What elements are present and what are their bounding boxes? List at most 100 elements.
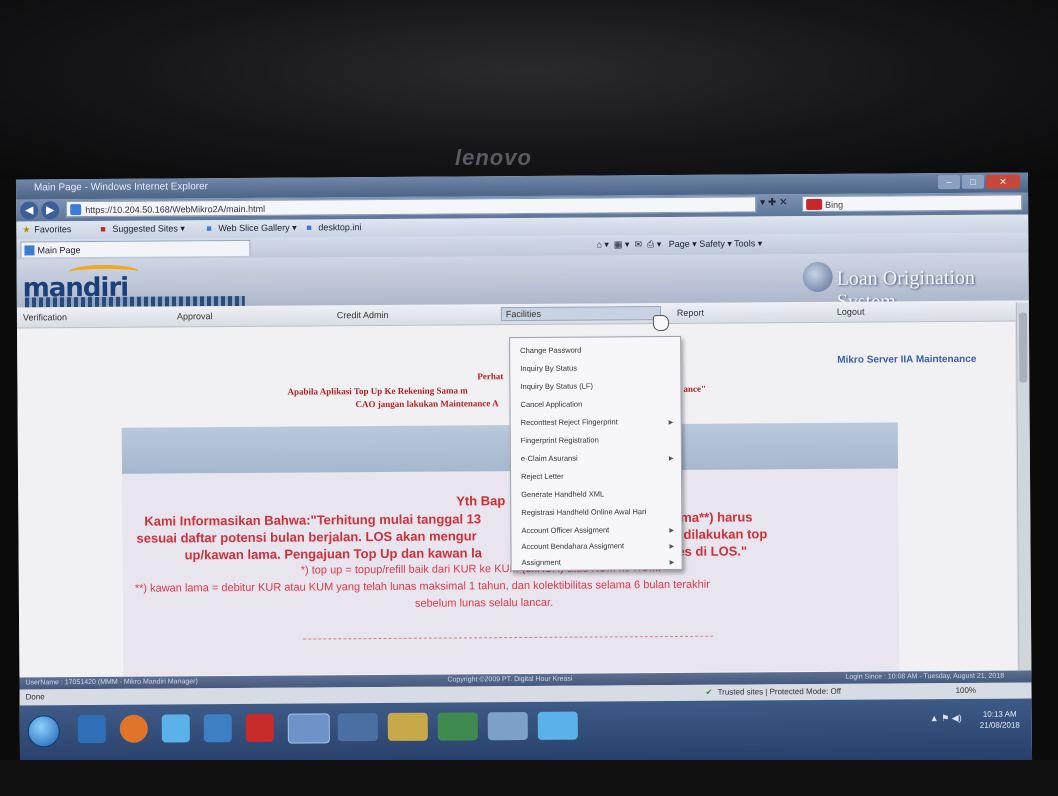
- login-since: Login Since : 10:08 AM - Tuesday, August…: [845, 672, 1005, 681]
- announcement-line-2a: sesuai daftar potensi bulan berjalan. LO…: [136, 528, 477, 546]
- close-button[interactable]: ✕: [985, 174, 1021, 189]
- favorites-button[interactable]: Favorites: [34, 224, 71, 234]
- menu-credit-admin[interactable]: Credit Admin: [337, 310, 389, 320]
- perhatian-heading: Perhat: [477, 371, 504, 382]
- mail-icon[interactable]: ✉: [634, 239, 642, 249]
- suggested-sites-link[interactable]: Suggested Sites ▾: [112, 223, 185, 235]
- bing-icon: [806, 198, 823, 211]
- firefox-icon[interactable]: [119, 714, 148, 743]
- search-placeholder: Bing: [825, 199, 844, 210]
- notice-line-1: Apabila Aplikasi Top Up Ke Rekening Sama…: [287, 384, 706, 397]
- monitor-brand-logo: lenovo: [455, 145, 532, 170]
- maximize-button[interactable]: □: [961, 174, 985, 189]
- dropdown-item-registrasi-handheld[interactable]: Registrasi Handheld Online Awal Hari: [521, 507, 646, 517]
- copyright: Copyright ©2009 PT. Digital Hour Kreasi: [447, 675, 573, 684]
- flag-icon[interactable]: ⚑: [941, 713, 949, 723]
- window-title: Main Page - Windows Internet Explorer: [33, 181, 209, 194]
- network-app-icon[interactable]: [203, 714, 232, 743]
- lightbulb-icon[interactable]: [161, 714, 190, 743]
- file-icon: ■: [306, 222, 312, 233]
- excel-icon[interactable]: [437, 712, 478, 741]
- media-player-icon[interactable]: [77, 714, 106, 744]
- security-zone[interactable]: Trusted sites | Protected Mode: Off: [718, 687, 842, 697]
- lightbulb-icon[interactable]: [537, 711, 578, 740]
- dropdown-item-account-officer-assigment[interactable]: Account Officer Assigment: [521, 525, 609, 535]
- dropdown-item-inquiry-by-status-lf[interactable]: Inquiry By Status (LF): [520, 382, 593, 392]
- notice-line-1-text: Apabila Aplikasi Top Up Ke Rekening Sama…: [287, 385, 468, 397]
- document-icon[interactable]: [487, 711, 528, 741]
- maintenance-link[interactable]: Maintenance: [916, 354, 977, 365]
- tab-title: Main Page: [37, 245, 81, 256]
- dropdown-item-e-claim-asuransi[interactable]: e-Claim Asuransi: [521, 454, 578, 463]
- minimize-button[interactable]: –: [937, 174, 961, 190]
- dropdown-item-change-password[interactable]: Change Password: [520, 346, 581, 355]
- menu-logout[interactable]: Logout: [837, 307, 865, 317]
- notice-line-2: CAO jangan lakukan Maintenance A: [355, 398, 499, 410]
- home-icon[interactable]: ⌂ ▾: [596, 239, 609, 249]
- bing-icon: ■: [100, 223, 106, 234]
- page-scrollbar[interactable]: [1015, 302, 1032, 683]
- feeds-icon[interactable]: ▦ ▾: [614, 239, 630, 249]
- divider: [303, 635, 714, 640]
- dropdown-item-cancel-application[interactable]: Cancel Application: [521, 400, 583, 409]
- dropdown-item-assignment[interactable]: Assignment: [522, 558, 561, 567]
- app-window-icon[interactable]: [337, 713, 378, 742]
- dropdown-item-inquiry-by-status[interactable]: Inquiry By Status: [520, 364, 577, 373]
- start-button[interactable]: [27, 715, 60, 748]
- dropdown-item-fingerprint-registration[interactable]: Fingerprint Registration: [521, 435, 599, 445]
- scrollbar-thumb[interactable]: [1018, 312, 1028, 383]
- clock[interactable]: 10:13 AM 21/08/2018: [980, 709, 1020, 731]
- command-bar: ⌂ ▾ ▦ ▾ ✉ ⎙ ▾ Page ▾ Safety ▾ Tools ▾: [596, 238, 762, 250]
- page-icon: [24, 245, 35, 256]
- menu-approval[interactable]: Approval: [177, 311, 213, 321]
- internet-explorer-icon[interactable]: [287, 713, 330, 744]
- clock-time: 10:13 AM: [982, 709, 1017, 719]
- dropdown-item-reject-letter[interactable]: Reject Letter: [521, 472, 564, 481]
- dropdown-item-account-bendahara-assigment[interactable]: Account Bendahara Assigment: [522, 541, 625, 551]
- menu-verification[interactable]: Verification: [23, 312, 67, 322]
- tray-arrow-icon[interactable]: ▲: [930, 713, 939, 723]
- server-label: Mikro Server IIA: [837, 354, 914, 366]
- web-slice-gallery-link[interactable]: Web Slice Gallery ▾: [218, 223, 296, 235]
- menu-report[interactable]: Report: [677, 308, 704, 318]
- submenu-arrow-icon: ▶: [668, 455, 674, 462]
- folder-icon[interactable]: [387, 712, 428, 741]
- globe-icon: [802, 261, 833, 293]
- window-controls: – □ ✕: [937, 174, 1021, 190]
- announcement-line-1a: Kami Informasikan Bahwa:"Terhitung mulai…: [144, 511, 482, 529]
- clock-date: 21/08/2018: [979, 720, 1020, 730]
- submenu-arrow-icon: ▶: [669, 527, 675, 534]
- volume-icon[interactable]: ◀): [952, 713, 962, 723]
- server-info: Mikro Server IIA Maintenance: [837, 354, 976, 366]
- ie-icon: ■: [206, 223, 212, 234]
- search-input[interactable]: Bing: [802, 194, 1023, 213]
- screen: Main Page - Windows Internet Explorer – …: [15, 172, 1033, 768]
- favorites-star-icon: ★: [22, 224, 31, 235]
- zoom-level[interactable]: 100%: [956, 686, 977, 695]
- address-url: https://10.204.50.168/WebMikro2A/main.ht…: [85, 203, 266, 216]
- submenu-arrow-icon: ▶: [669, 559, 675, 566]
- facilities-dropdown: Change Password Inquiry By Status Inquir…: [509, 335, 683, 572]
- print-icon[interactable]: ⎙ ▾: [647, 239, 661, 249]
- address-bar[interactable]: https://10.204.50.168/WebMikro2A/main.ht…: [66, 196, 757, 218]
- status-done: Done: [25, 692, 45, 702]
- system-tray: ▲ ⚑ ◀): [930, 713, 962, 724]
- check-icon: ✔: [705, 687, 713, 697]
- desktop-ini-link[interactable]: desktop.ini: [318, 222, 361, 232]
- user-info: UserName : 17051420 (MMM - Mikro Mandiri…: [25, 678, 198, 687]
- command-menus[interactable]: Page ▾ Safety ▾ Tools ▾: [669, 238, 763, 249]
- tab-main-page[interactable]: Main Page: [20, 239, 251, 258]
- monitor-bezel-bottom: [0, 760, 1058, 796]
- announcement-line-3a: up/kawan lama. Pengajuan Top Up dan kawa…: [184, 545, 483, 563]
- greeting: Yth Bap: [456, 493, 506, 509]
- dropdown-item-recontest-reject-fingerprint[interactable]: Reconttest Reject Fingerprint: [521, 417, 618, 427]
- pdf-reader-icon[interactable]: [245, 713, 274, 742]
- menu-facilities[interactable]: Facilities: [500, 306, 661, 322]
- forward-button[interactable]: ▶: [41, 201, 60, 220]
- site-banner: mandiri Loan Origination System: [16, 252, 1029, 308]
- back-button[interactable]: ◀: [20, 201, 39, 220]
- address-tools[interactable]: ▾ ✚ ✕: [760, 197, 787, 208]
- dropdown-item-generate-handheld-xml[interactable]: Generate Handheld XML: [521, 489, 604, 499]
- page-icon: [70, 204, 82, 216]
- footnote-3: sebelum lunas selalu lancar.: [414, 596, 554, 610]
